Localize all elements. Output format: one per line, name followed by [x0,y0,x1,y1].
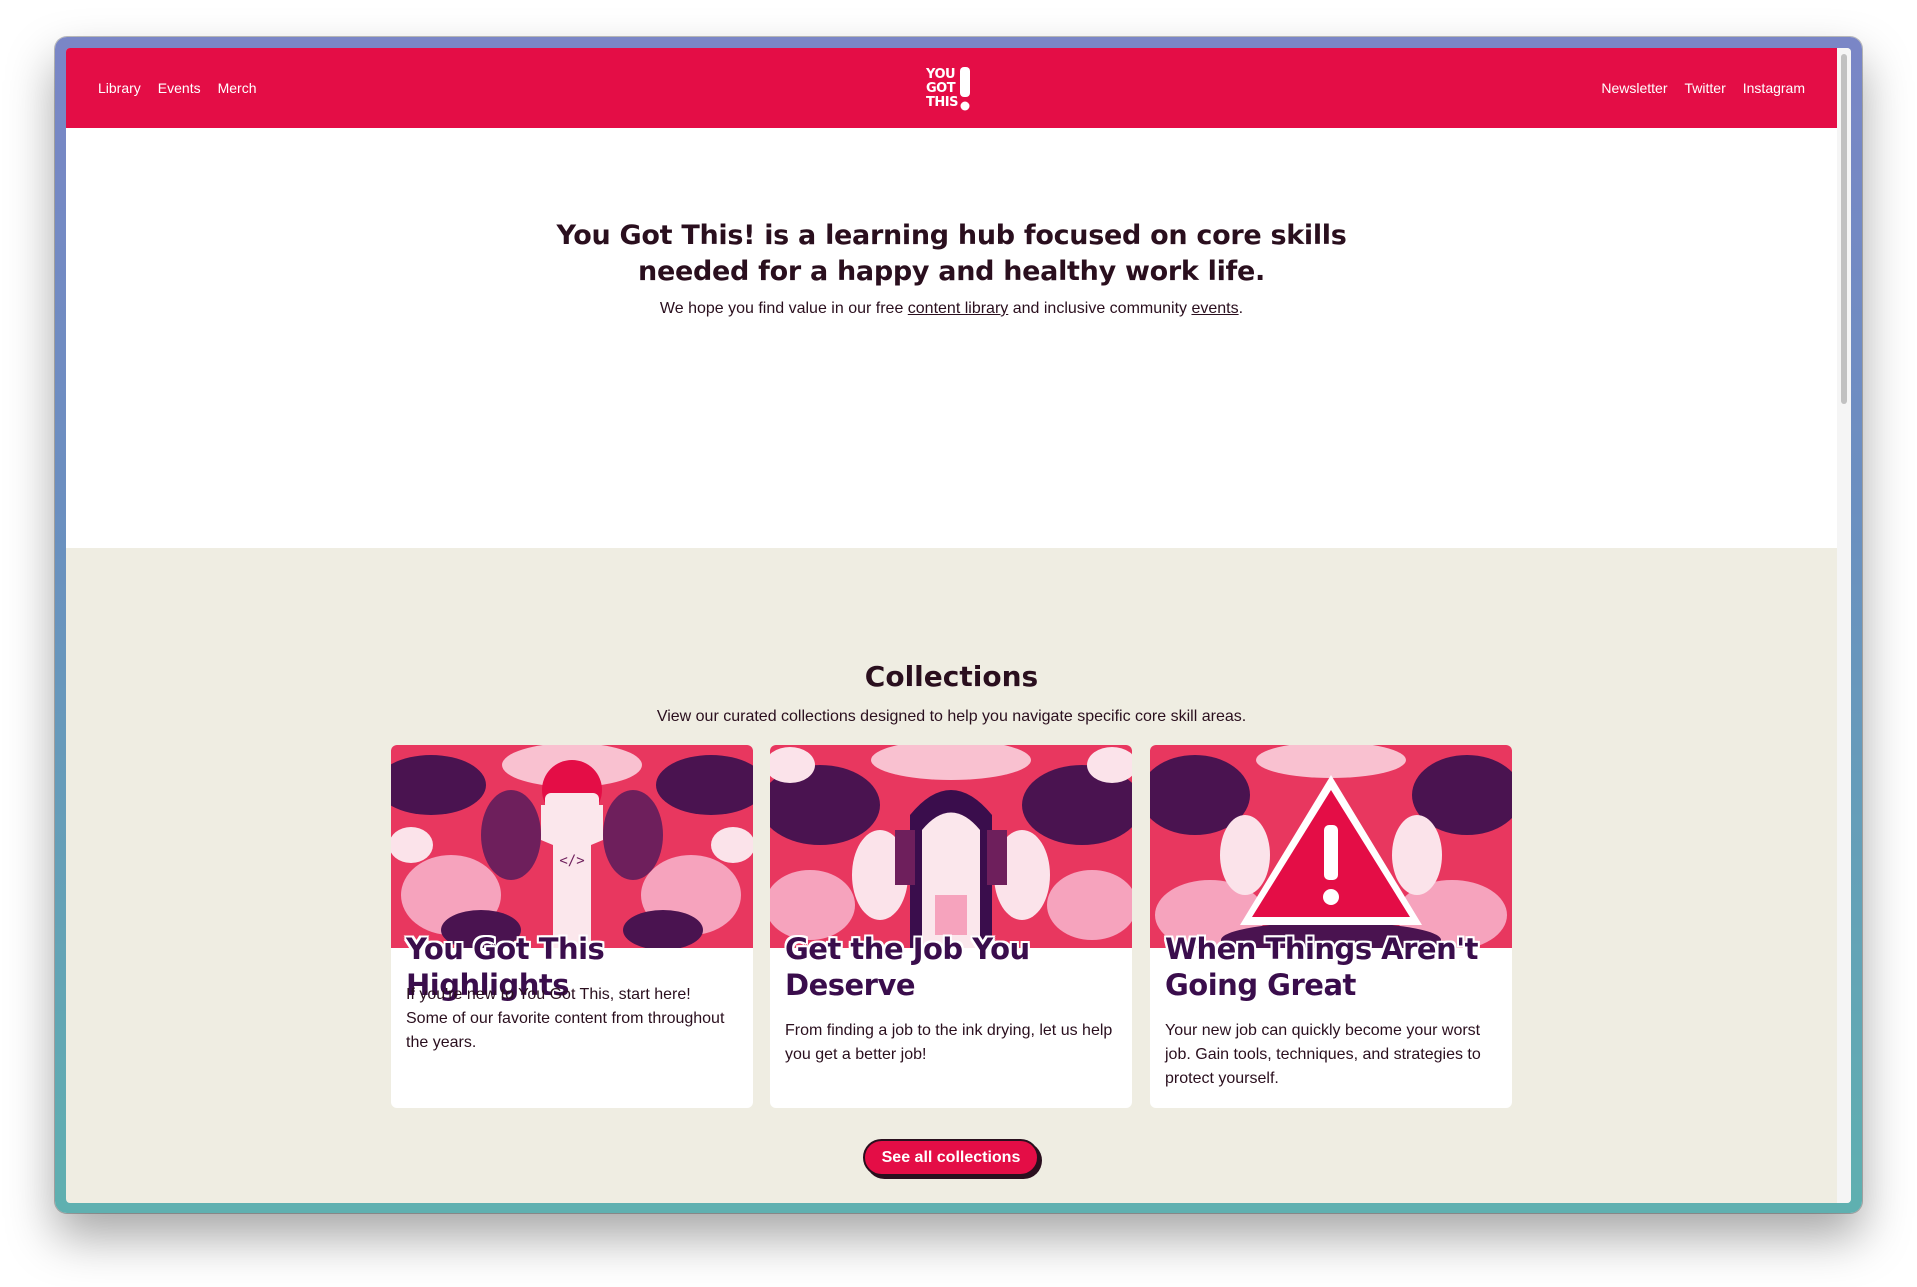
hero-subtitle-text: We hope you find value in our free [659,300,908,317]
warning-icon [1150,745,1512,948]
collection-card-highlights[interactable]: </> You Got This Highlights If you're ne… [391,745,753,1108]
collections-heading: Collections [864,660,1039,693]
site-logo[interactable]: YOU GOT THIS [926,63,978,115]
card-image: </> [391,745,753,948]
hero-subtitle: We hope you find value in our free conte… [66,300,1837,318]
events-link[interactable]: events [1191,300,1238,317]
nav-twitter-link[interactable]: Twitter [1685,80,1726,96]
hero-title-line: You Got This! is a learning hub focused … [556,220,1347,251]
card-description: If you're new to You Got This, start her… [406,986,725,1051]
logo-wordmark: YOU GOT THIS [926,68,958,110]
nav-merch-link[interactable]: Merch [218,80,257,96]
social-nav: Newsletter Twitter Instagram [1601,48,1805,128]
svg-text:</>: </> [559,853,584,869]
collection-card-job[interactable]: Get the Job You Deserve From finding a j… [770,745,1132,1108]
hero-title-line: needed for a happy and healthy work life… [638,256,1265,287]
section-wave-divider [66,408,1837,499]
card-title: When Things Aren't Going Great [1165,932,1478,1002]
logo-word: YOU [926,67,956,82]
logo-word: GOT [926,81,956,96]
nav-library-link[interactable]: Library [98,80,141,96]
content-library-link[interactable]: content library [908,300,1009,317]
card-image [1150,745,1512,948]
hero-subtitle-text: and inclusive community [1008,300,1192,317]
raised-fist-icon: </> [391,745,753,948]
collections-subtitle: View our curated collections designed to… [656,708,1247,725]
nav-instagram-link[interactable]: Instagram [1743,80,1805,96]
scrollbar-thumb[interactable] [1841,54,1847,404]
logo-word: THIS [926,95,958,110]
collection-cards: </> You Got This Highlights If you're ne… [391,745,1512,1108]
hero-subtitle-text: . [1238,300,1244,317]
hero-title: You Got This! is a learning hub focused … [66,218,1837,290]
nav-newsletter-link[interactable]: Newsletter [1601,80,1667,96]
card-description: Your new job can quickly become your wor… [1165,1022,1481,1087]
browser-window: You Got This! is a learning hub focused … [55,37,1862,1213]
primary-nav: Library Events Merch [98,48,257,128]
nav-events-link[interactable]: Events [158,80,201,96]
page-viewport: You Got This! is a learning hub focused … [66,48,1851,1203]
door-icon [770,745,1132,948]
exclamation-icon [959,67,970,111]
see-all-collections-button[interactable]: See all collections [863,1139,1039,1176]
card-image [770,745,1132,948]
collection-card-not-great[interactable]: When Things Aren't Going Great Your new … [1150,745,1512,1108]
card-title: Get the Job You Deserve [785,932,1030,1002]
card-description: From finding a job to the ink drying, le… [785,1022,1113,1063]
page-scrollbar[interactable] [1837,48,1851,1203]
top-navbar: Library Events Merch YOU GOT THIS Newsle… [66,48,1837,128]
